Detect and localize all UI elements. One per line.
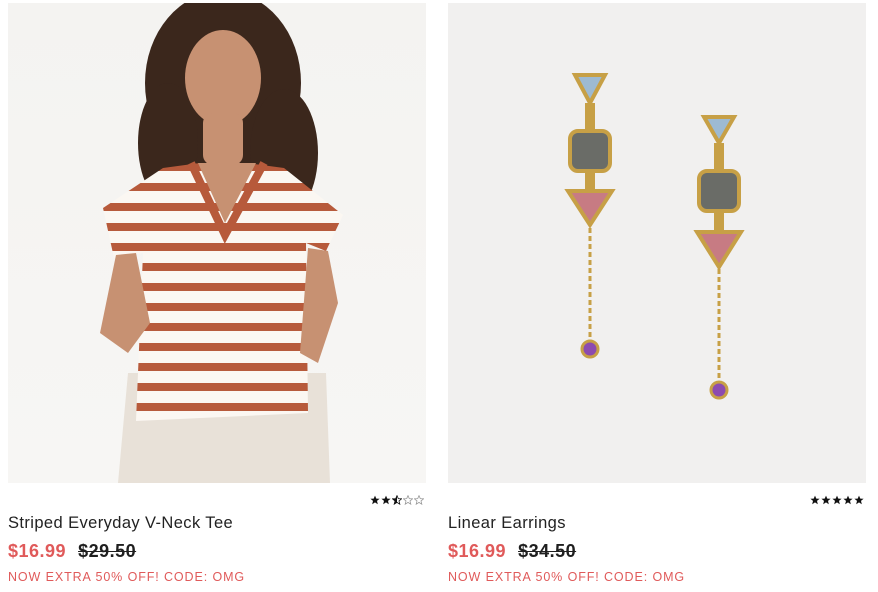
promo-text: NOW EXTRA 50% OFF! CODE: OMG — [448, 570, 686, 584]
product-card-earrings: Linear Earrings $16.99 $34.50 NOW EXTRA … — [448, 3, 866, 586]
product-image-link[interactable] — [448, 3, 866, 483]
star-filled-icon — [843, 495, 853, 505]
product-image-link[interactable] — [8, 3, 426, 483]
original-price: $34.50 — [518, 541, 577, 561]
earrings-illustration — [564, 73, 745, 400]
product-image[interactable] — [8, 3, 426, 483]
rating-stars[interactable] — [448, 492, 866, 508]
star-filled-icon — [370, 495, 380, 505]
star-rating-display — [810, 495, 864, 505]
star-empty-icon — [414, 495, 424, 505]
star-filled-icon — [832, 495, 842, 505]
star-filled-icon — [854, 495, 864, 505]
star-empty-icon — [403, 495, 413, 505]
star-filled-icon — [821, 495, 831, 505]
product-grid: Striped Everyday V-Neck Tee $16.99 $29.5… — [0, 0, 878, 592]
product-name[interactable]: Striped Everyday V-Neck Tee — [8, 512, 426, 534]
sale-price: $16.99 — [448, 541, 507, 561]
star-filled-icon — [810, 495, 820, 505]
star-half-icon — [392, 495, 402, 505]
rating-stars[interactable] — [8, 492, 426, 508]
star-rating-display — [370, 495, 424, 505]
tee-model-illustration — [100, 3, 343, 483]
product-name-link[interactable]: Linear Earrings — [448, 514, 566, 532]
product-image[interactable] — [448, 3, 866, 483]
product-card-tee: Striped Everyday V-Neck Tee $16.99 $29.5… — [8, 3, 426, 586]
promo-text: NOW EXTRA 50% OFF! CODE: OMG — [8, 570, 246, 584]
sale-price: $16.99 — [8, 541, 67, 561]
price-row: $16.99 $34.50 — [448, 540, 866, 562]
price-row: $16.99 $29.50 — [8, 540, 426, 562]
star-filled-icon — [381, 495, 391, 505]
original-price: $29.50 — [78, 541, 137, 561]
product-name-link[interactable]: Striped Everyday V-Neck Tee — [8, 514, 233, 532]
product-name[interactable]: Linear Earrings — [448, 512, 866, 534]
